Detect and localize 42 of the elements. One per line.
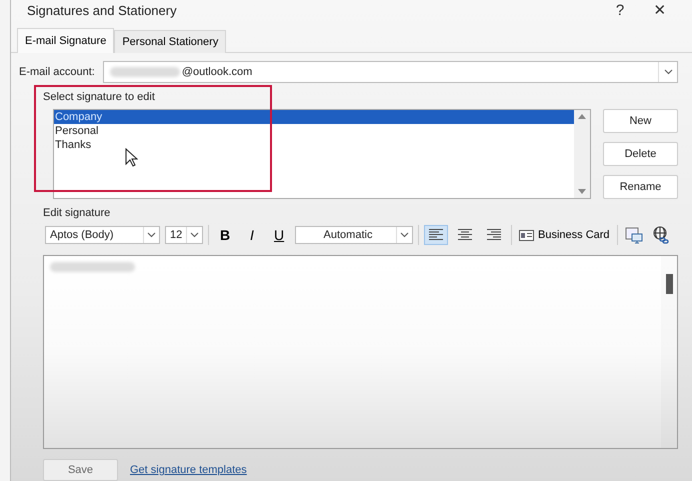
caret-icon [190,232,199,238]
window-title: Signatures and Stationery [27,2,178,18]
signature-item[interactable]: Personal [54,124,574,138]
templates-link[interactable]: Get signature templates [130,464,247,476]
globe-link-icon [652,226,670,244]
align-left-icon [429,229,443,241]
align-right-icon [487,229,501,241]
underline-button[interactable]: U [268,225,290,245]
dialog-button[interactable]: New [603,109,678,133]
caret-icon [400,232,409,238]
bold-button[interactable]: B [214,225,236,245]
caret-icon [147,232,156,238]
scroll-down-icon[interactable] [578,189,586,195]
account-label: E-mail account: [19,66,95,78]
picture-insert-button[interactable] [622,226,645,244]
dialog-button[interactable]: Rename [603,175,678,199]
group-label: Edit signature [43,207,112,219]
scroll-up-icon[interactable] [578,113,586,119]
image-monitor-icon [624,226,643,244]
business-card-button[interactable]: Business Card [517,229,612,241]
close-button[interactable]: ✕ [640,0,680,20]
signature-item[interactable]: Company [54,110,574,124]
card-icon [519,230,534,240]
caret-icon [664,69,672,75]
align-button[interactable] [424,225,448,245]
signature-list[interactable]: Company Personal Thanks [53,109,591,199]
cursor-icon [125,148,138,167]
size-dropdown[interactable]: 12 [165,226,203,244]
signature-item[interactable]: Thanks [54,138,574,152]
font-dropdown[interactable]: Aptos (Body) [45,226,160,244]
account-dropdown[interactable]: @outlook.com [102,61,678,83]
scrollbar[interactable] [661,256,677,448]
group-label: Select signature to edit [43,91,156,103]
dialog-button[interactable]: Delete [603,142,678,166]
color-dropdown[interactable]: Automatic [295,226,413,244]
italic-button[interactable]: I [241,225,263,245]
tab[interactable]: Personal Stationery [114,30,226,53]
scrollbar[interactable] [574,110,590,198]
align-center-icon [458,229,472,241]
help-button[interactable]: ? [600,0,640,20]
blurred-text [110,67,180,77]
tab[interactable]: E-mail Signature [17,28,114,53]
